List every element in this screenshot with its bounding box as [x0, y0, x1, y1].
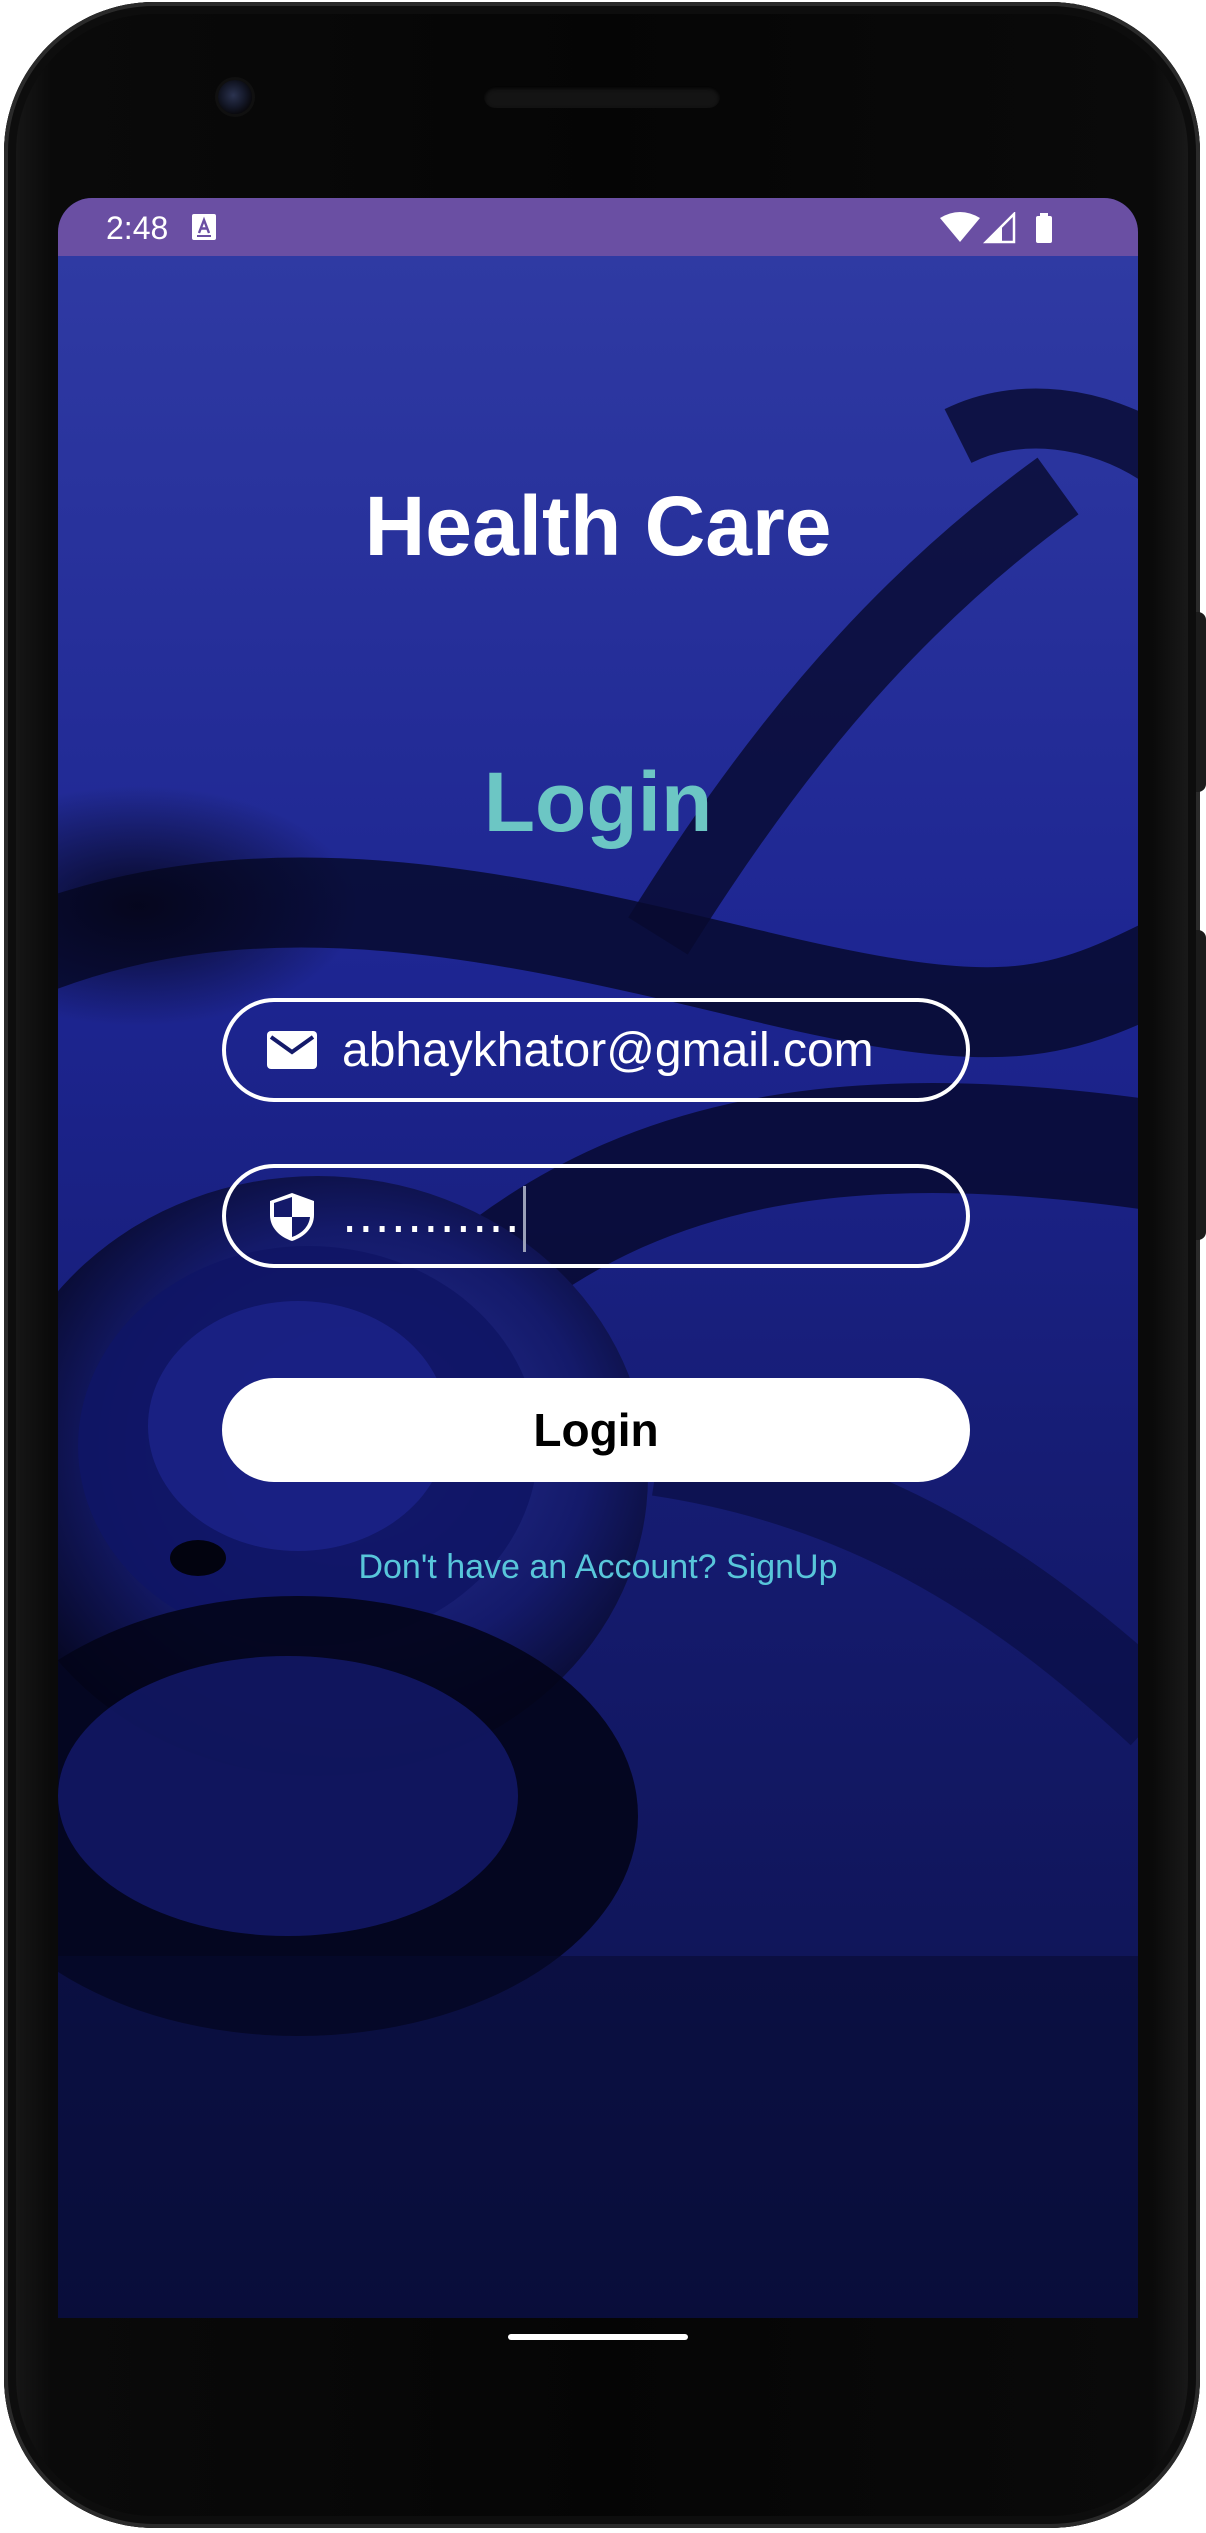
front-camera: [218, 80, 252, 114]
mail-icon: [267, 1031, 317, 1069]
login-heading: Login: [483, 755, 713, 849]
password-masked-value: ...........: [342, 1188, 521, 1244]
battery-icon: [1036, 216, 1052, 243]
screen: 2:48 Health Care Login abhaykhator@gmail…: [58, 198, 1138, 2318]
volume-button: [1196, 930, 1206, 1240]
password-field[interactable]: ...........: [222, 1164, 970, 1268]
wifi-icon: [940, 212, 980, 242]
app-title: Health Care: [364, 479, 832, 573]
status-icons: [940, 212, 1052, 244]
home-indicator[interactable]: [508, 2334, 688, 2340]
shield-icon: [270, 1193, 314, 1241]
earpiece-speaker: [484, 86, 720, 108]
power-button: [1196, 612, 1206, 792]
text-caret: [522, 1186, 526, 1252]
password-input[interactable]: ...........: [342, 1182, 526, 1252]
email-field[interactable]: [222, 998, 970, 1102]
email-input[interactable]: [342, 1014, 942, 1086]
signup-link[interactable]: Don't have an Account? SignUp: [58, 1548, 1138, 1587]
status-time: 2:48: [106, 210, 169, 246]
login-button[interactable]: Login: [222, 1378, 970, 1482]
keyboard-a-icon: [192, 214, 216, 240]
status-bar: 2:48: [58, 198, 1138, 256]
